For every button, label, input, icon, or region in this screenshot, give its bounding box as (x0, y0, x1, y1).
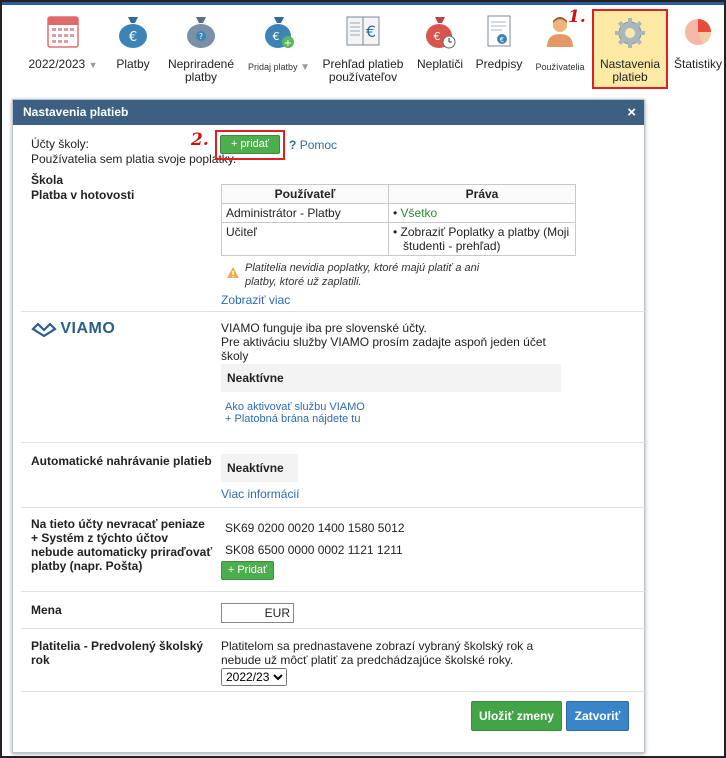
svg-text:€: € (434, 30, 441, 43)
account-number: SK08 6500 0000 0002 1121 1211 (225, 543, 403, 557)
table-cell-user: Učiteľ (221, 222, 389, 256)
viamo-activation-link[interactable]: Ako aktivovať službu VIAMO + Platobná br… (225, 401, 365, 425)
tab-label: Predpisy (475, 57, 523, 71)
tab-label: Nastavenia platieb (599, 57, 661, 84)
default-year-description: Platitelom sa prednastavene zobrazí vybr… (221, 639, 534, 667)
tab-nastavenia-platieb[interactable]: Nastavenia platieb (592, 9, 668, 89)
table-cell-rights: • Všetko (388, 203, 576, 223)
default-year-select[interactable]: 2022/23 (221, 668, 287, 686)
viamo-info: VIAMO funguje iba pre slovenské účty. Pr… (221, 321, 546, 363)
step-1-marker: 1. (568, 7, 586, 27)
svg-text:€: € (129, 30, 137, 45)
help-label: Pomoc (299, 138, 338, 152)
toolbar: 2022/2023 ▼ € Platby ? Nepriradené platb… (2, 5, 724, 93)
divider (21, 691, 645, 692)
divider (21, 507, 645, 508)
show-more-link[interactable]: Zobraziť viac (221, 293, 290, 307)
svg-text:+: + (284, 38, 292, 49)
tab-pridaj-platby[interactable]: € + Pridaj platby ▼ (243, 5, 315, 93)
add-account-button[interactable]: + Pridať (221, 561, 274, 580)
column-header: Používateľ (221, 184, 389, 204)
auto-upload-label: Automatické nahrávanie platieb (31, 454, 212, 468)
tab-label: Štatistiky (673, 57, 722, 71)
tab-platby[interactable]: € Platby (108, 5, 158, 93)
save-button[interactable]: Uložiť zmeny (471, 701, 562, 731)
table-cell-user: Administrátor - Platby (221, 203, 389, 223)
tab-label: Prehľad platieb používateľov (322, 57, 404, 84)
column-header: Práva (388, 184, 576, 204)
year-label: 2022/2023 (28, 57, 86, 71)
ledger-book-icon: € (346, 16, 380, 46)
table-row: Učiteľ • Zobraziť Poplatky a platby (Moj… (221, 222, 576, 256)
close-icon[interactable]: × (627, 100, 636, 125)
close-button[interactable]: Zatvoriť (566, 701, 629, 731)
calendar-icon (47, 16, 79, 48)
add-school-account-button[interactable]: + pridať (220, 135, 280, 154)
tab-prehlad-platieb[interactable]: € Prehľad platieb používateľov (318, 5, 408, 93)
auto-upload-status: Neaktívne (221, 454, 298, 482)
help-icon: ? (289, 138, 297, 152)
tab-statistiky[interactable]: Štatistiky (670, 5, 726, 93)
help-link[interactable]: ? Pomoc (289, 138, 337, 152)
account-number: SK69 0200 0020 1400 1580 5012 (225, 521, 405, 535)
currency-label: Mena (31, 603, 62, 617)
school-accounts-hint: Používatelia sem platia svoje poplatky. (31, 152, 237, 166)
money-bag-add-icon: € + (265, 17, 294, 49)
divider (21, 311, 645, 312)
tab-nepriradene-platby[interactable]: ? Nepriradené platby (162, 5, 240, 93)
divider (21, 628, 645, 629)
tab-predpisy[interactable]: € Predpisy (470, 5, 528, 93)
svg-text:€: € (273, 30, 280, 43)
cash-payment-label: Platba v hotovosti (31, 188, 135, 202)
more-info-link[interactable]: Viac informácií (221, 487, 299, 501)
tab-label: Platby (116, 57, 150, 71)
gear-icon (615, 18, 645, 48)
no-refund-label: Na tieto účty nevracať peniaze + Systém … (31, 517, 213, 573)
pie-chart-icon (685, 19, 711, 45)
svg-text:€: € (500, 36, 504, 44)
bullet-icon: • (393, 225, 401, 239)
money-bag-clock-icon: € (426, 17, 456, 49)
tab-label: Nepriradené platby (167, 57, 235, 84)
tab-label: Používatelia (535, 62, 585, 72)
dialog-header: Nastavenia platieb × (13, 100, 644, 125)
dialog-title: Nastavenia platieb (23, 105, 129, 119)
payment-settings-dialog: Nastavenia platieb × Účty školy: Používa… (12, 99, 645, 753)
svg-text:€: € (366, 22, 376, 41)
tab-label: Neplatiči (416, 57, 464, 71)
svg-text:?: ? (199, 32, 203, 41)
school-name: Škola (31, 173, 64, 187)
rights-table: Používateľ Práva Administrátor - Platby … (221, 184, 576, 256)
chevron-down-icon: ▼ (88, 60, 98, 70)
warning-icon (227, 267, 239, 278)
step-2-marker: 2. (191, 130, 209, 150)
school-accounts-label: Účty školy: (31, 137, 90, 151)
bullet-icon: • (393, 206, 401, 220)
viamo-status: Neaktívne (221, 364, 561, 392)
money-bag-question-icon: ? (187, 17, 215, 48)
viamo-logo-icon (31, 322, 57, 338)
divider (21, 591, 645, 592)
money-bag-icon: € (119, 17, 147, 48)
viamo-logo: VIAMO (31, 320, 115, 342)
table-row: Administrátor - Platby • Všetko (221, 203, 576, 223)
document-icon: € (487, 15, 511, 47)
tab-label: Pridaj platby (248, 62, 298, 72)
chevron-down-icon: ▼ (300, 62, 310, 73)
currency-input[interactable]: EUR (221, 603, 294, 623)
table-cell-rights: • Zobraziť Poplatky a platby (Moji štude… (388, 222, 576, 256)
tab-neplatici[interactable]: € Neplatiči (412, 5, 468, 93)
default-year-label: Platitelia - Predvolený školský rok (31, 639, 204, 667)
divider (21, 442, 645, 443)
year-selector[interactable]: 2022/2023 ▼ (22, 5, 104, 93)
warning-text: Platitelia nevidia poplatky, ktoré majú … (245, 262, 480, 288)
